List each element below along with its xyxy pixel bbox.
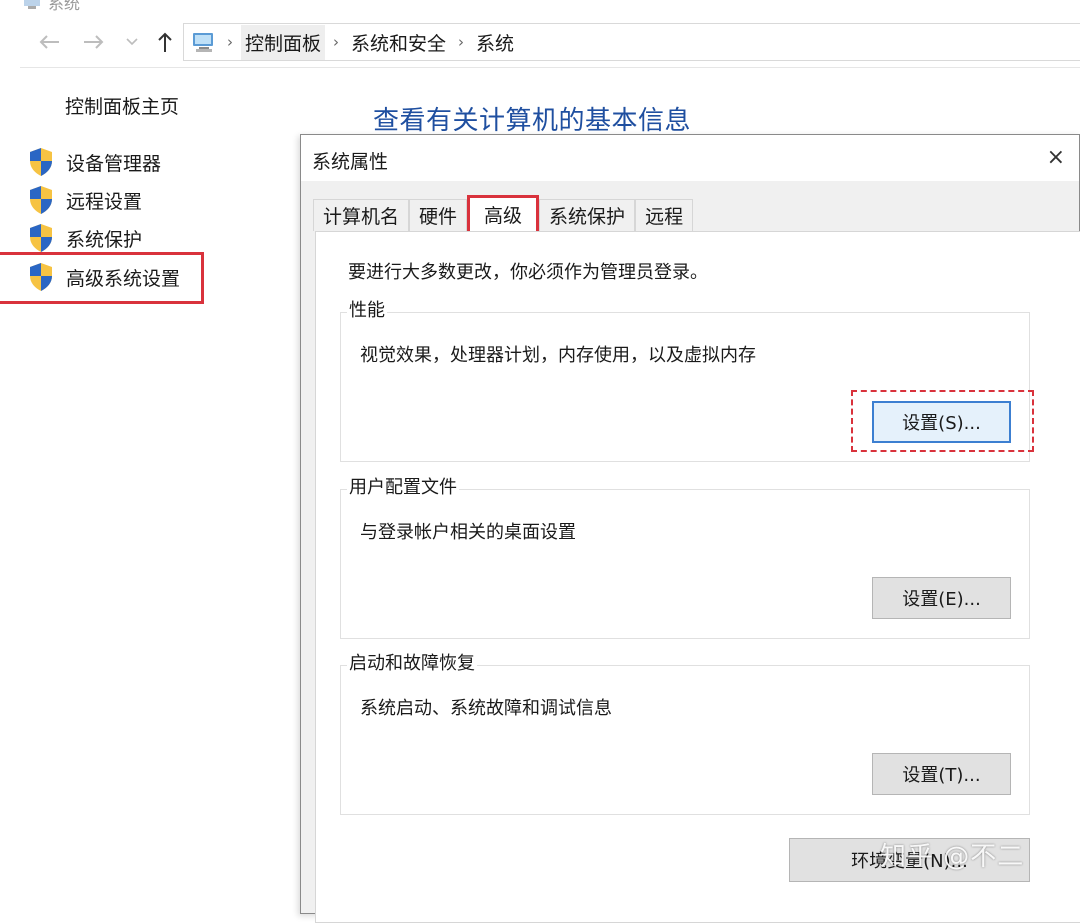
dialog-title: 系统属性 [312,151,389,173]
recent-locations-button[interactable] [117,26,147,58]
watermark: 知乎 @不二 [880,842,1025,872]
close-icon[interactable]: × [1047,145,1065,170]
arrow-left-icon [39,35,59,49]
arrow-up-icon [158,32,172,52]
breadcrumb-separator: › [227,33,233,51]
left-item-label: 远程设置 [66,190,143,213]
left-item-remote-settings[interactable]: 远程设置 [28,184,142,216]
system-properties-dialog: 系统属性 × 计算机名 硬件 高级 系统保护 远程 要进行大多数更改，你必须作为… [300,134,1080,923]
uac-shield-icon [30,148,52,176]
breadcrumb-system-security[interactable]: 系统和安全 [347,25,450,60]
dialog-titlebar[interactable]: 系统属性 × [301,135,1079,181]
tab-computer-name[interactable]: 计算机名 [313,199,410,231]
performance-settings-button[interactable]: 设置(S)... [872,401,1011,443]
startup-recovery-group: 启动和故障恢复 系统启动、系统故障和调试信息 设置(T)... [340,649,1030,815]
tab-remote[interactable]: 远程 [635,199,694,231]
tab-hardware[interactable]: 硬件 [409,199,468,231]
uac-shield-icon [30,186,52,214]
navigation-bar: › 控制面板 › 系统和安全 › 系统 [0,18,1080,66]
window-title-text: 系统 [48,0,81,13]
highlight-box-advanced-settings [0,252,204,304]
page-heading: 查看有关计算机的基本信息 [373,106,692,136]
left-item-label: 系统保护 [66,228,143,251]
breadcrumb-control-panel[interactable]: 控制面板 [241,24,326,60]
tab-bar: 计算机名 硬件 高级 系统保护 远程 [313,195,694,231]
startup-recovery-settings-button[interactable]: 设置(T)... [872,753,1011,795]
user-profiles-settings-button[interactable]: 设置(E)... [872,577,1011,619]
arrow-right-icon [84,35,104,49]
control-panel-home-link[interactable]: 控制面板主页 [65,92,179,119]
chevron-down-icon [126,38,138,46]
breadcrumb-separator[interactable]: › [458,33,464,51]
system-icon [24,0,40,9]
uac-shield-icon [30,224,52,252]
tab-advanced[interactable]: 高级 [467,195,540,231]
forward-button[interactable] [79,26,109,58]
nav-divider [20,67,1080,68]
advanced-tab-panel: 要进行大多数更改，你必须作为管理员登录。 性能 视觉效果，处理器计划，内存使用，… [315,231,1080,923]
breadcrumb-system[interactable]: 系统 [472,25,518,60]
performance-group: 性能 视觉效果，处理器计划，内存使用，以及虚拟内存 设置(S)... [340,296,1034,462]
left-item-device-manager[interactable]: 设备管理器 [28,146,161,178]
back-button[interactable] [34,26,64,58]
window-title: 系统 [22,0,80,14]
control-panel-icon [193,33,213,52]
left-item-label: 设备管理器 [66,152,162,175]
performance-description: 视觉效果，处理器计划，内存使用，以及虚拟内存 [360,345,756,366]
startup-recovery-group-label: 启动和故障恢复 [347,649,477,675]
tab-system-protection[interactable]: 系统保护 [539,199,636,231]
user-profiles-group: 用户配置文件 与登录帐户相关的桌面设置 设置(E)... [340,473,1030,639]
breadcrumb-separator[interactable]: › [333,33,339,51]
address-bar[interactable]: › 控制面板 › 系统和安全 › 系统 [183,23,1080,61]
admin-note: 要进行大多数更改，你必须作为管理员登录。 [348,262,708,283]
up-button[interactable] [150,26,180,58]
user-profiles-group-label: 用户配置文件 [347,473,459,499]
left-item-system-protection[interactable]: 系统保护 [28,222,142,254]
startup-recovery-description: 系统启动、系统故障和调试信息 [360,698,612,719]
performance-group-label: 性能 [347,296,387,322]
user-profiles-description: 与登录帐户相关的桌面设置 [360,522,576,543]
